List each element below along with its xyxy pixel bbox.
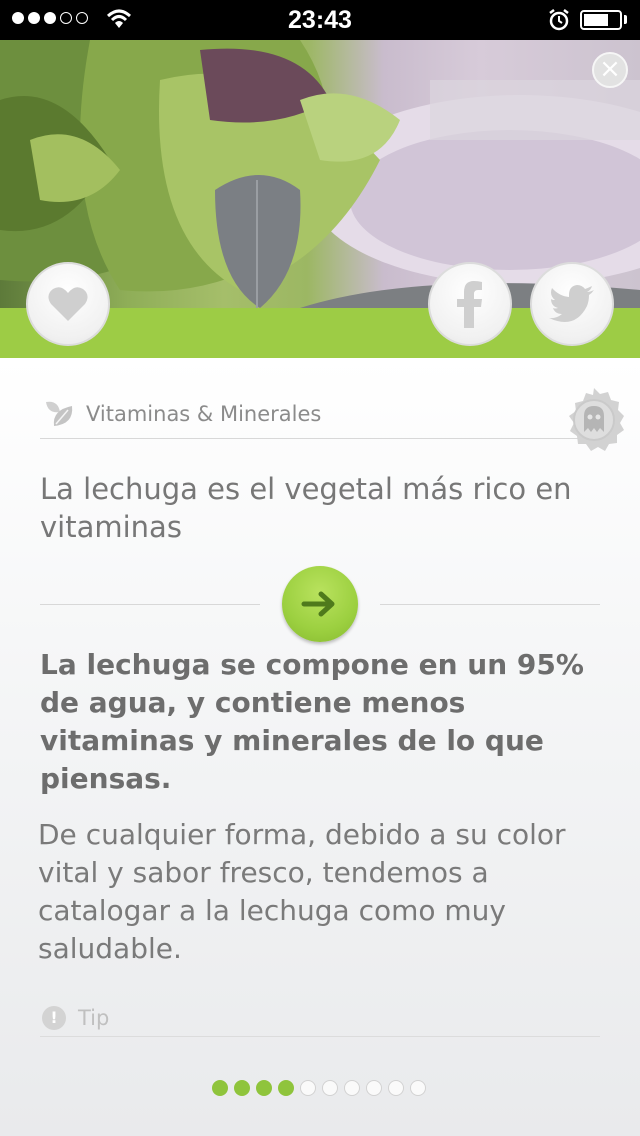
salad-illustration: [0, 40, 640, 308]
page-dot[interactable]: [278, 1080, 294, 1096]
tip-row[interactable]: ! Tip: [42, 1006, 109, 1030]
tip-label: Tip: [78, 1006, 110, 1030]
facebook-icon: [457, 281, 482, 328]
page-dot[interactable]: [410, 1080, 426, 1096]
answer-body: De cualquier forma, debido a su color vi…: [38, 818, 566, 965]
ghost-badge-icon: [569, 388, 624, 451]
arrow-right-icon: [301, 591, 335, 617]
heart-icon: [48, 287, 88, 321]
page-dot[interactable]: [256, 1080, 272, 1096]
page-dot[interactable]: [388, 1080, 404, 1096]
facebook-share-button[interactable]: [428, 262, 512, 346]
reveal-answer-button[interactable]: [282, 566, 358, 642]
close-icon: ×: [599, 54, 621, 84]
category-label: Vitaminas & Minerales: [86, 402, 322, 426]
page-dot[interactable]: [234, 1080, 250, 1096]
page-indicator[interactable]: [212, 1080, 426, 1096]
exclamation-icon: !: [42, 1006, 66, 1030]
status-time: 23:43: [288, 6, 352, 34]
page-dot[interactable]: [322, 1080, 338, 1096]
answer-highlight: La lechuga se compone en un 95% de agua,…: [40, 648, 584, 795]
close-button[interactable]: ×: [592, 52, 628, 88]
divider-right: [380, 604, 600, 605]
twitter-share-button[interactable]: [530, 262, 614, 346]
leaf-icon: [46, 401, 73, 426]
category-divider: [40, 438, 600, 439]
page-dot[interactable]: [300, 1080, 316, 1096]
page-dot[interactable]: [212, 1080, 228, 1096]
alarm-icon: [549, 9, 569, 31]
status-bar: 23:43: [0, 0, 640, 40]
divider-left: [40, 604, 260, 605]
battery-tip: [624, 15, 627, 24]
page-dot[interactable]: [366, 1080, 382, 1096]
tip-divider: [40, 1036, 600, 1037]
like-button[interactable]: [26, 262, 110, 346]
category-row: Vitaminas & Minerales: [44, 398, 321, 430]
page-dot[interactable]: [344, 1080, 360, 1096]
twitter-icon: [549, 285, 594, 322]
fact-title: La lechuga es el vegetal más rico en vit…: [40, 472, 572, 544]
battery-icon: [580, 10, 622, 30]
hero-image: [0, 40, 640, 308]
